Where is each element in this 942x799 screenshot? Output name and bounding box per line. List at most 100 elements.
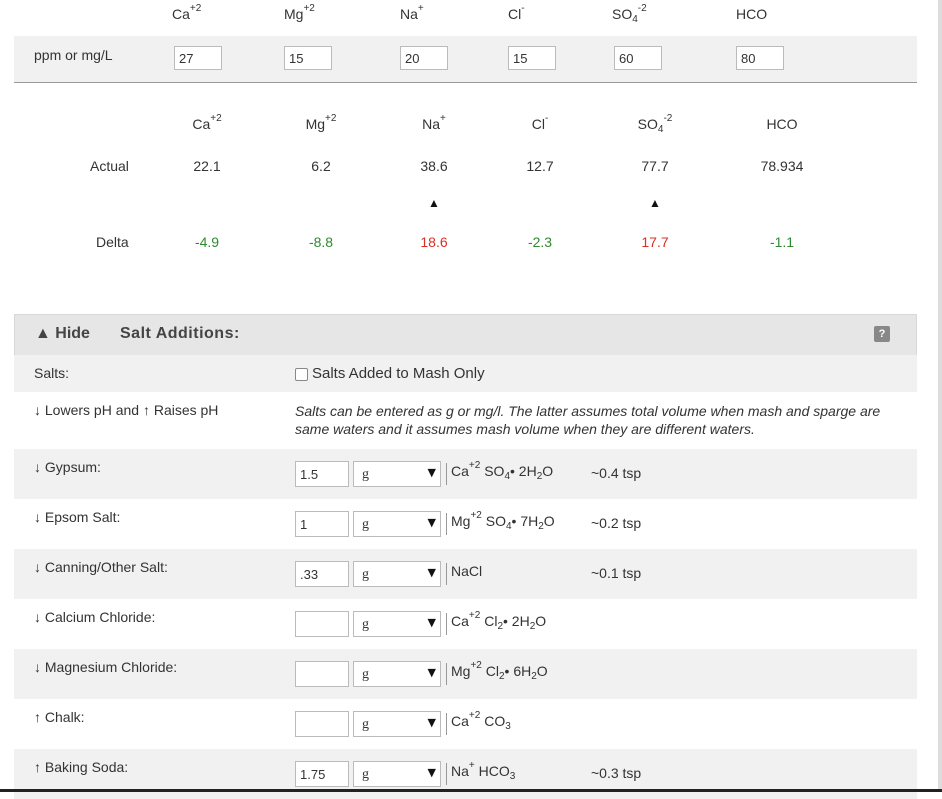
salt-formula: Ca+2 Cl2• 2H2O [446, 610, 546, 635]
salt-unit-value: g [362, 767, 369, 782]
salt-tsp: ~0.2 tsp [591, 515, 642, 531]
actual-ca: 22.1 [193, 158, 221, 174]
result-header-so: SO4-2 [637, 113, 673, 135]
actual-hco: 78.934 [760, 158, 804, 174]
salt-amount-input[interactable] [295, 511, 349, 537]
salt-note: Salts can be entered as g or mg/l. The l… [295, 403, 881, 437]
source-ion-input-cl[interactable] [508, 46, 556, 70]
salt-formula: NaCl [446, 563, 482, 585]
actual-label: Actual [90, 158, 129, 174]
salt-unit-value: g [362, 467, 369, 482]
salt-tsp: ~0.4 tsp [591, 465, 642, 481]
delta-cl: -2.3 [527, 234, 553, 250]
salt-name: ↓ Magnesium Chloride: [34, 659, 178, 675]
salt-unit-select[interactable]: g ▼ [353, 761, 441, 787]
mash-only-checkbox[interactable] [295, 367, 308, 381]
source-ion-input-ca[interactable] [174, 46, 222, 70]
salt-amount-input[interactable] [295, 661, 349, 687]
salt-unit-select[interactable]: g ▼ [353, 561, 441, 587]
salts-label: Salts: [34, 365, 70, 381]
delta-mg: -8.8 [308, 234, 334, 250]
source-water-ion-header: Ca+2 Mg+2 Na+ Cl- SO4-2 HCO [14, 0, 917, 36]
delta-label: Delta [96, 234, 129, 250]
salt-unit-select[interactable]: g ▼ [353, 461, 441, 487]
salt-row: ↓ Epsom Salt:g▼Mg+2 SO4• 7H2O~0.2 tsp [14, 499, 917, 549]
up-arrow-icon: ▲ [428, 196, 440, 210]
salt-row: ↑ Chalk: g ▼ Ca+2 CO3 [14, 699, 917, 749]
salt-name: ↓ Calcium Chloride: [34, 609, 156, 625]
delta-na: 18.6 [420, 234, 448, 250]
salt-unit-value: g [362, 517, 369, 532]
source-ion-header-ca: Ca+2 [172, 3, 202, 22]
salt-name: ↓ Gypsum: [34, 459, 101, 475]
salt-unit-select[interactable]: g ▼ [353, 661, 441, 687]
salt-name: ↑ Baking Soda: [34, 759, 129, 775]
result-header-hco: HCO [766, 116, 798, 132]
scrollbar[interactable] [938, 0, 942, 792]
salt-formula: Ca+2 SO4• 2H2O [446, 460, 553, 485]
source-ion-header-so: SO4-2 [612, 3, 647, 25]
delta-hco: -1.1 [769, 234, 795, 250]
source-ion-input-na[interactable] [400, 46, 448, 70]
chevron-down-icon: ▼ [427, 766, 436, 779]
salt-unit-value: g [362, 617, 369, 632]
salt-unit-select[interactable]: g ▼ [353, 611, 441, 637]
salt-formula: Mg+2 SO4• 7H2O [446, 510, 555, 535]
salt-additions-title: Salt Additions: [120, 325, 240, 342]
salt-formula: Na+ HCO3 [446, 760, 515, 785]
chevron-down-icon: ▼ [427, 566, 436, 579]
source-ion-input-mg[interactable] [284, 46, 332, 70]
mash-only-label: Salts Added to Mash Only [312, 365, 485, 382]
hide-toggle[interactable]: ▲ Hide [35, 325, 90, 343]
ph-legend: ↓ Lowers pH and ↑ Raises pH [34, 402, 219, 418]
salt-row: ↓ Calcium Chloride: g ▼ Ca+2 Cl2• 2H2O [14, 599, 917, 649]
chevron-down-icon: ▼ [427, 516, 436, 529]
chevron-down-icon: ▼ [427, 466, 436, 479]
salt-amount-input[interactable] [295, 461, 349, 487]
actual-so: 77.7 [641, 158, 669, 174]
salt-tsp: ~0.3 tsp [591, 765, 642, 781]
result-header-na: Na+ [422, 113, 446, 132]
salt-unit-select[interactable]: g ▼ [353, 511, 441, 537]
actual-mg: 6.2 [311, 158, 331, 174]
result-header-mg: Mg+2 [305, 113, 337, 132]
actual-na: 38.6 [420, 158, 448, 174]
source-ion-input-so[interactable] [614, 46, 662, 70]
salt-amount-input[interactable] [295, 711, 349, 737]
unit-label: ppm or mg/L [34, 47, 113, 63]
source-ion-input-hco[interactable] [736, 46, 784, 70]
delta-so: 17.7 [641, 234, 669, 250]
chevron-down-icon: ▼ [427, 616, 436, 629]
salts-header-row: Salts: Salts Added to Mash Only [14, 355, 917, 392]
salt-row: ↓ Gypsum:g▼Ca+2 SO4• 2H2O~0.4 tsp [14, 449, 917, 499]
help-icon[interactable]: ? [874, 326, 890, 342]
salt-unit-value: g [362, 717, 369, 732]
actual-cl: 12.7 [526, 158, 554, 174]
salt-amount-input[interactable] [295, 761, 349, 787]
source-ion-header-na: Na+ [400, 3, 424, 22]
source-ion-header-hco: HCO [736, 6, 768, 22]
salt-unit-value: g [362, 667, 369, 682]
result-header-cl: Cl- [531, 113, 549, 132]
legend-row: ↓ Lowers pH and ↑ Raises pH Salts can be… [14, 392, 917, 449]
salt-row: ↓ Magnesium Chloride: g ▼ Mg+2 Cl2• 6H2O [14, 649, 917, 699]
salt-formula: Ca+2 CO3 [446, 710, 511, 735]
delta-ca: -4.9 [194, 234, 220, 250]
salt-amount-input[interactable] [295, 611, 349, 637]
mash-only-option[interactable]: Salts Added to Mash Only [295, 365, 485, 382]
chevron-down-icon: ▼ [427, 666, 436, 679]
salt-amount-input[interactable] [295, 561, 349, 587]
source-ion-header-cl: Cl- [508, 3, 525, 22]
source-ion-header-mg: Mg+2 [284, 3, 315, 22]
source-water-row: ppm or mg/L [14, 36, 917, 83]
salt-formula: Mg+2 Cl2• 6H2O [446, 660, 548, 685]
salt-row: ↓ Canning/Other Salt:g▼NaCl~0.1 tsp [14, 549, 917, 599]
salt-name: ↓ Epsom Salt: [34, 509, 121, 525]
salt-unit-value: g [362, 567, 369, 582]
salt-additions-header: ▲ Hide Salt Additions: ? [14, 314, 917, 356]
salt-name: ↑ Chalk: [34, 709, 85, 725]
salt-unit-select[interactable]: g ▼ [353, 711, 441, 737]
salt-name: ↓ Canning/Other Salt: [34, 559, 168, 575]
salt-tsp: ~0.1 tsp [591, 565, 642, 581]
result-header-ca: Ca+2 [192, 113, 222, 132]
